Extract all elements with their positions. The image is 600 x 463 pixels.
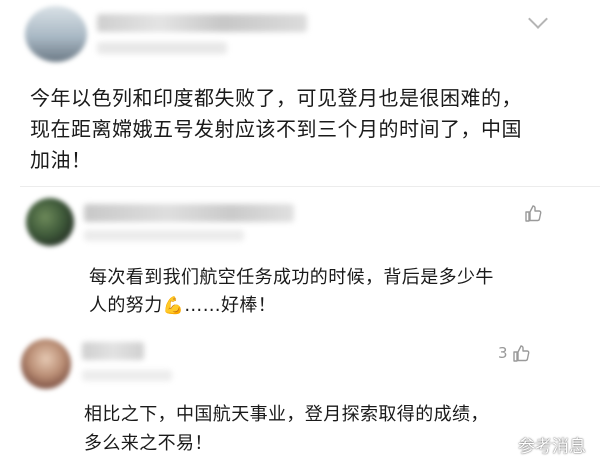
watermark: 参考消息: [492, 432, 586, 457]
comment-text-line: 加油！: [30, 148, 92, 172]
reply-text-line: 相比之下，中国航天事业，登月探索取得的成绩，: [84, 404, 489, 425]
avatar[interactable]: [26, 198, 74, 246]
thumb-up-icon: [512, 345, 529, 362]
username-blurred[interactable]: [97, 14, 307, 32]
watermark-text: 参考消息: [518, 437, 586, 457]
reply-text-line: 每次看到我们航空任务成功的时候，背后是多少牛: [89, 267, 494, 288]
comment-meta-blurred: [82, 370, 172, 381]
avatar[interactable]: [25, 6, 87, 62]
thumb-up-icon: [525, 205, 542, 222]
reply-text-prefix: 人的努力: [89, 295, 163, 316]
comment-meta-blurred: [97, 42, 227, 54]
chevron-down-icon[interactable]: [528, 9, 548, 29]
reply-text-line: 多么来之不易！: [84, 433, 213, 454]
username-blurred[interactable]: [82, 342, 144, 360]
reply-text-line: 人的努力💪……好棒！: [89, 292, 276, 320]
like-button[interactable]: [520, 203, 543, 223]
username-blurred[interactable]: [84, 204, 294, 222]
weibo-icon: [492, 437, 513, 454]
flexed-biceps-emoji: 💪: [162, 296, 185, 316]
comment-text-line: 今年以色列和印度都失败了，可见登月也是很困难的，: [30, 86, 522, 110]
divider: [20, 186, 600, 187]
comment-meta-blurred: [84, 230, 244, 241]
reply-text-suffix: ……好棒！: [184, 295, 277, 316]
like-count: 3: [498, 344, 508, 362]
avatar[interactable]: [21, 339, 71, 389]
comment-text-line: 现在距离嫦娥五号发射应该不到三个月的时间了，中国: [30, 117, 522, 141]
like-button[interactable]: 3: [498, 343, 531, 363]
